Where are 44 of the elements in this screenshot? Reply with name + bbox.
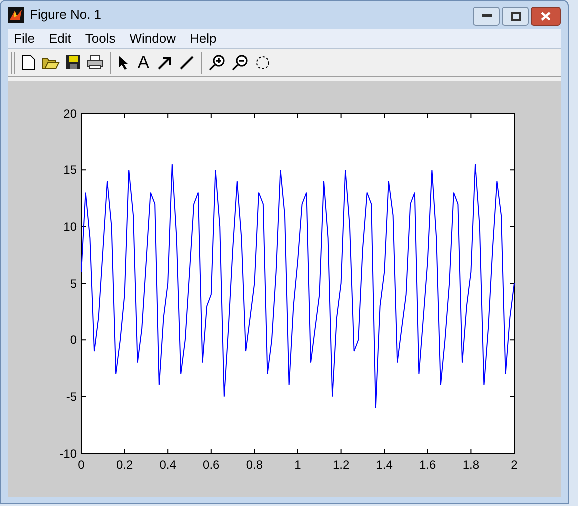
y-tick-label: -5 bbox=[65, 390, 77, 403]
y-tick-label: 20 bbox=[62, 108, 77, 120]
y-tick-label: -10 bbox=[58, 448, 77, 460]
window-title: Figure No. 1 bbox=[30, 6, 102, 24]
y-tick-label: 10 bbox=[62, 220, 77, 233]
printer-icon[interactable] bbox=[87, 55, 104, 70]
minimize-button[interactable] bbox=[473, 6, 500, 26]
menu-item[interactable]: Window bbox=[130, 28, 176, 48]
x-tick-label: 1.2 bbox=[332, 459, 351, 471]
line-icon[interactable] bbox=[179, 54, 196, 70]
x-tick-label: 1.6 bbox=[418, 459, 438, 471]
menu-item[interactable]: Tools bbox=[85, 28, 116, 48]
maximize-button[interactable] bbox=[502, 6, 529, 26]
menu-item[interactable]: Help bbox=[190, 28, 217, 48]
rotate-icon[interactable] bbox=[255, 54, 272, 70]
menu-item[interactable]: File bbox=[14, 28, 35, 48]
toolbar-grip-icon bbox=[11, 52, 16, 74]
text-tool[interactable]: A bbox=[136, 54, 152, 71]
zoom-in-icon[interactable] bbox=[209, 54, 226, 71]
x-tick-label: 0.4 bbox=[158, 459, 178, 471]
app-logo-icon bbox=[8, 7, 24, 23]
pointer-arrow-icon[interactable] bbox=[118, 54, 130, 70]
save-icon[interactable] bbox=[66, 55, 81, 70]
close-button[interactable] bbox=[531, 6, 561, 26]
toolbar-separator-icon bbox=[201, 52, 204, 74]
y-tick-label: 0 bbox=[69, 334, 77, 346]
zoom-out-icon[interactable] bbox=[232, 54, 250, 71]
x-tick-label: 1.8 bbox=[462, 459, 481, 471]
x-tick-label: 0.6 bbox=[202, 459, 221, 471]
x-tick-label: 0.8 bbox=[245, 459, 264, 471]
minimize-icon bbox=[482, 14, 492, 18]
x-tick-label: 1 bbox=[294, 459, 302, 471]
y-tick-label: 5 bbox=[69, 278, 77, 290]
new-file-icon[interactable] bbox=[22, 54, 36, 70]
restore-icon bbox=[510, 12, 520, 20]
close-icon bbox=[541, 12, 551, 20]
y-tick-label: 15 bbox=[62, 164, 77, 176]
x-tick-label: 0.2 bbox=[115, 459, 134, 471]
toolbar-separator-icon bbox=[110, 52, 112, 74]
x-tick-label: 1.4 bbox=[375, 459, 394, 471]
menu-item[interactable]: Edit bbox=[48, 28, 72, 48]
x-tick-label: 2 bbox=[510, 459, 519, 471]
x-tick-label: 0 bbox=[77, 459, 86, 471]
diagonal-arrow-icon[interactable] bbox=[157, 54, 174, 70]
